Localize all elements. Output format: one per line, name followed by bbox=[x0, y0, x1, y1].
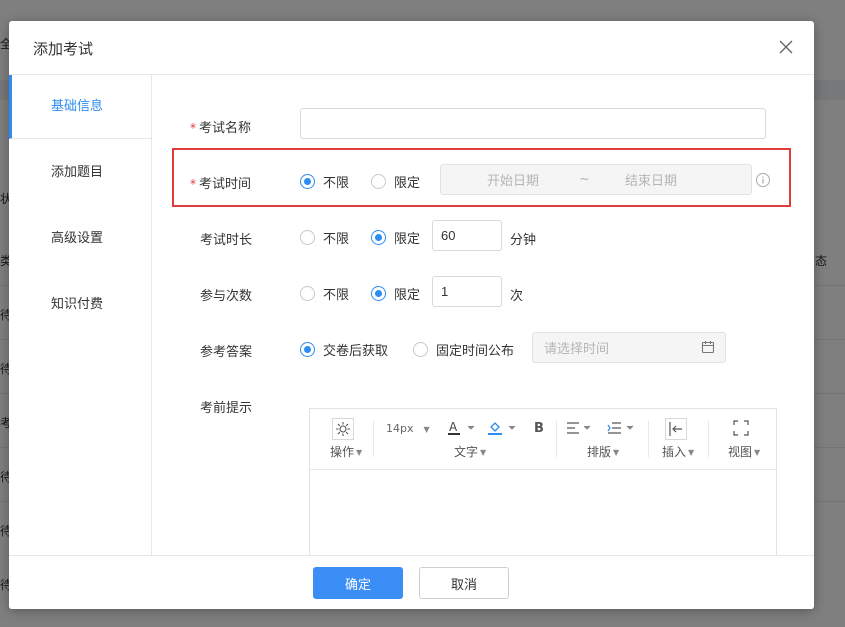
operation-menu[interactable]: 操作▼ bbox=[330, 443, 362, 460]
dialog-header: 添加考试 bbox=[9, 21, 814, 75]
sidebar-item-add-questions[interactable]: 添加题目 bbox=[9, 141, 152, 205]
duration-label: 考试时长 bbox=[200, 229, 252, 248]
tips-label: 考前提示 bbox=[200, 397, 252, 416]
answer-time-picker[interactable]: 请选择时间 bbox=[532, 332, 726, 363]
basic-info-form: *考试名称 *考试时间 不限 限定 开始日期 ~ 结束日期 考试时长 不限 限定… bbox=[152, 75, 802, 555]
bold-icon[interactable]: B bbox=[534, 420, 546, 438]
duration-unlimited-radio[interactable]: 不限 bbox=[300, 228, 349, 247]
radio-dot bbox=[371, 230, 386, 245]
calendar-icon bbox=[701, 340, 715, 358]
toolbar-divider bbox=[708, 421, 709, 457]
answers-label: 参考答案 bbox=[200, 341, 252, 360]
chevron-down-icon: ▼ bbox=[424, 425, 430, 434]
attempts-unlimited-radio[interactable]: 不限 bbox=[300, 284, 349, 303]
answers-after-submit-radio[interactable]: 交卷后获取 bbox=[300, 340, 388, 359]
settings-icon[interactable] bbox=[332, 418, 354, 444]
duration-limited-radio[interactable]: 限定 bbox=[371, 228, 420, 247]
close-icon[interactable] bbox=[776, 37, 796, 57]
attempts-input[interactable] bbox=[432, 276, 502, 307]
operation-label: 操作 bbox=[330, 445, 354, 459]
insert-label: 插入 bbox=[662, 445, 686, 459]
editor-toolbar: 操作▼ 14px▼ A B 文字▼ bbox=[310, 409, 776, 470]
insert-menu[interactable]: 插入▼ bbox=[662, 443, 694, 460]
exam-name-input[interactable] bbox=[300, 108, 766, 139]
chevron-down-icon: ▼ bbox=[480, 448, 486, 457]
svg-text:B: B bbox=[534, 421, 544, 434]
view-label: 视图 bbox=[728, 445, 752, 459]
cancel-button[interactable]: 取消 bbox=[419, 567, 509, 599]
radio-dot bbox=[300, 342, 315, 357]
toolbar-divider bbox=[373, 421, 374, 457]
answer-time-placeholder: 请选择时间 bbox=[544, 338, 609, 357]
layout-label: 排版 bbox=[587, 445, 611, 459]
dialog-sidebar: 基础信息 添加题目 高级设置 知识付费 bbox=[9, 75, 152, 555]
background-color-icon[interactable] bbox=[488, 420, 518, 440]
confirm-button[interactable]: 确定 bbox=[313, 567, 403, 599]
radio-label: 交卷后获取 bbox=[323, 340, 388, 359]
duration-input[interactable] bbox=[432, 220, 502, 251]
font-size-select[interactable]: 14px ▼ bbox=[386, 422, 430, 435]
radio-label: 限定 bbox=[394, 228, 420, 247]
exam-name-label-text: 考试名称 bbox=[199, 121, 251, 136]
insert-icon[interactable] bbox=[665, 418, 687, 444]
radio-dot bbox=[300, 286, 315, 301]
duration-unit: 分钟 bbox=[510, 229, 536, 248]
add-exam-dialog: 添加考试 基础信息 添加题目 高级设置 知识付费 *考试名称 *考试时间 不限 … bbox=[9, 21, 814, 609]
align-icon[interactable] bbox=[566, 421, 596, 439]
sidebar-item-knowledge-payment[interactable]: 知识付费 bbox=[9, 273, 152, 337]
answers-fixed-time-radio[interactable]: 固定时间公布 bbox=[413, 340, 514, 359]
radio-dot bbox=[413, 342, 428, 357]
radio-label: 固定时间公布 bbox=[436, 340, 514, 359]
radio-label: 不限 bbox=[323, 284, 349, 303]
fullscreen-icon[interactable] bbox=[733, 420, 749, 440]
required-mark: * bbox=[190, 121, 196, 135]
layout-menu[interactable]: 排版▼ bbox=[587, 443, 619, 460]
view-menu[interactable]: 视图▼ bbox=[728, 443, 760, 460]
dialog-footer: 确定 取消 bbox=[9, 555, 814, 609]
sidebar-item-basic-info[interactable]: 基础信息 bbox=[9, 75, 152, 139]
exam-name-label: *考试名称 bbox=[190, 117, 251, 136]
exam-time-highlight-box bbox=[172, 148, 791, 207]
radio-dot bbox=[300, 230, 315, 245]
font-size-value: 14px bbox=[386, 422, 414, 435]
toolbar-divider bbox=[556, 421, 557, 457]
dialog-title: 添加考试 bbox=[33, 38, 93, 59]
indent-icon[interactable] bbox=[607, 421, 637, 439]
attempts-unit: 次 bbox=[510, 285, 523, 304]
text-label: 文字 bbox=[454, 445, 478, 459]
attempts-label: 参与次数 bbox=[200, 285, 252, 304]
radio-dot bbox=[371, 286, 386, 301]
radio-label: 不限 bbox=[323, 228, 349, 247]
chevron-down-icon: ▼ bbox=[613, 448, 619, 457]
chevron-down-icon: ▼ bbox=[754, 448, 760, 457]
toolbar-divider bbox=[648, 421, 649, 457]
sidebar-item-advanced-settings[interactable]: 高级设置 bbox=[9, 207, 152, 271]
attempts-limited-radio[interactable]: 限定 bbox=[371, 284, 420, 303]
chevron-down-icon: ▼ bbox=[356, 448, 362, 457]
text-menu[interactable]: 文字▼ bbox=[454, 443, 486, 460]
svg-text:A: A bbox=[449, 420, 458, 434]
tips-rich-editor[interactable]: 操作▼ 14px▼ A B 文字▼ bbox=[309, 408, 777, 578]
radio-label: 限定 bbox=[394, 284, 420, 303]
chevron-down-icon: ▼ bbox=[688, 448, 694, 457]
scrollbar-track[interactable] bbox=[802, 75, 814, 555]
font-color-icon[interactable]: A bbox=[448, 420, 476, 440]
